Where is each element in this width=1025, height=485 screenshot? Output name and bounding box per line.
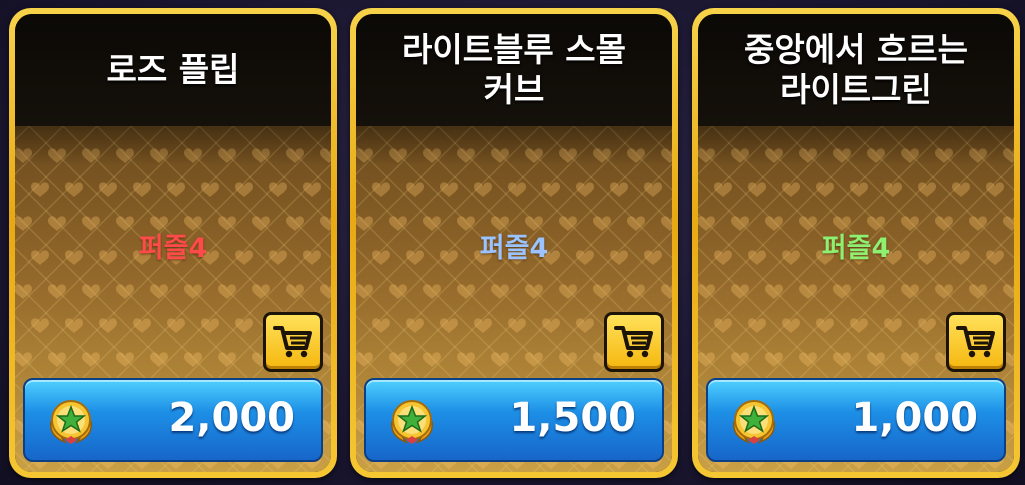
- heart-pattern-icon: [133, 318, 151, 333]
- heart-pattern-icon: [918, 318, 936, 333]
- shop-item-card-inner: 로즈 플립 퍼즐4 2,000: [15, 14, 331, 472]
- heart-pattern-icon: [201, 182, 219, 197]
- heart-pattern-icon: [167, 182, 185, 197]
- heart-pattern-icon: [542, 182, 560, 197]
- heart-pattern-icon: [610, 182, 628, 197]
- heart-pattern-icon: [714, 318, 732, 333]
- heart-pattern-icon: [816, 318, 834, 333]
- heart-pattern-icon: [952, 182, 970, 197]
- heart-pattern-icon: [782, 318, 800, 333]
- shop-item-card[interactable]: 로즈 플립 퍼즐4 2,000: [9, 8, 337, 478]
- heart-pattern-icon: [850, 318, 868, 333]
- shop-item-card[interactable]: 라이트블루 스몰 커브 퍼즐4 1,500: [350, 8, 678, 478]
- card-header: 라이트블루 스몰 커브: [356, 14, 672, 126]
- heart-pattern-icon: [661, 284, 672, 299]
- heart-pattern-icon: [714, 182, 732, 197]
- heart-pattern-icon: [31, 318, 49, 333]
- item-name: 퍼즐4: [821, 233, 891, 264]
- item-title: 라이트블루 스몰 커브: [401, 30, 626, 109]
- heart-pattern-icon: [542, 318, 560, 333]
- star-medal-icon: [50, 400, 92, 444]
- shop-item-card-inner: 중앙에서 흐르는 라이트그린 퍼즐4 1,000: [698, 14, 1014, 472]
- heart-pattern-icon: [816, 182, 834, 197]
- heart-pattern-icon: [406, 182, 424, 197]
- price-button[interactable]: 1,000: [706, 378, 1006, 462]
- star-medal-icon: [733, 400, 775, 444]
- heart-pattern-icon: [440, 318, 458, 333]
- cart-button[interactable]: [946, 312, 1006, 372]
- heart-pattern-icon: [372, 318, 390, 333]
- heart-pattern-icon: [474, 182, 492, 197]
- heart-pattern-icon: [235, 182, 253, 197]
- heart-pattern-icon: [748, 318, 766, 333]
- price-value: 1,000: [851, 395, 978, 441]
- heart-pattern-icon: [31, 182, 49, 197]
- heart-pattern-icon: [918, 182, 936, 197]
- heart-pattern-icon: [986, 182, 1004, 197]
- heart-pattern-icon: [167, 318, 185, 333]
- heart-pattern-icon: [748, 182, 766, 197]
- heart-pattern-icon: [320, 284, 331, 299]
- heart-pattern-icon: [372, 182, 390, 197]
- heart-pattern-icon: [235, 318, 253, 333]
- heart-pattern-icon: [850, 182, 868, 197]
- card-header: 로즈 플립: [15, 14, 331, 126]
- heart-pattern-icon: [65, 318, 83, 333]
- heart-pattern-icon: [99, 182, 117, 197]
- cart-button[interactable]: [604, 312, 664, 372]
- star-medal-icon: [391, 400, 433, 444]
- heart-pattern-icon: [884, 182, 902, 197]
- item-name: 퍼즐4: [479, 233, 549, 264]
- heart-pattern-icon: [576, 182, 594, 197]
- shop-item-card[interactable]: 중앙에서 흐르는 라이트그린 퍼즐4 1,000: [692, 8, 1020, 478]
- heart-pattern-icon: [269, 182, 287, 197]
- price-button[interactable]: 2,000: [23, 378, 323, 462]
- heart-pattern-icon: [406, 318, 424, 333]
- heart-pattern-icon: [201, 318, 219, 333]
- shopping-cart-icon: [956, 326, 995, 358]
- shopping-cart-icon: [614, 326, 653, 358]
- heart-pattern-icon: [782, 182, 800, 197]
- item-title: 로즈 플립: [106, 50, 240, 89]
- heart-pattern-icon: [644, 182, 662, 197]
- heart-pattern-icon: [440, 182, 458, 197]
- heart-pattern-icon: [303, 182, 321, 197]
- heart-pattern-icon: [508, 182, 526, 197]
- item-title: 중앙에서 흐르는 라이트그린: [743, 30, 968, 109]
- card-header: 중앙에서 흐르는 라이트그린: [698, 14, 1014, 126]
- heart-pattern-icon: [1003, 284, 1014, 299]
- shop-item-card-inner: 라이트블루 스몰 커브 퍼즐4 1,500: [356, 14, 672, 472]
- heart-pattern-icon: [884, 318, 902, 333]
- heart-pattern-icon: [576, 318, 594, 333]
- cart-button[interactable]: [263, 312, 323, 372]
- item-name: 퍼즐4: [138, 233, 208, 264]
- heart-pattern-icon: [508, 318, 526, 333]
- heart-pattern-icon: [99, 318, 117, 333]
- price-value: 2,000: [168, 395, 295, 441]
- shopping-cart-icon: [273, 326, 312, 358]
- heart-pattern-icon: [65, 182, 83, 197]
- heart-pattern-icon: [474, 318, 492, 333]
- heart-pattern-icon: [133, 182, 151, 197]
- price-value: 1,500: [509, 395, 636, 441]
- price-button[interactable]: 1,500: [364, 378, 664, 462]
